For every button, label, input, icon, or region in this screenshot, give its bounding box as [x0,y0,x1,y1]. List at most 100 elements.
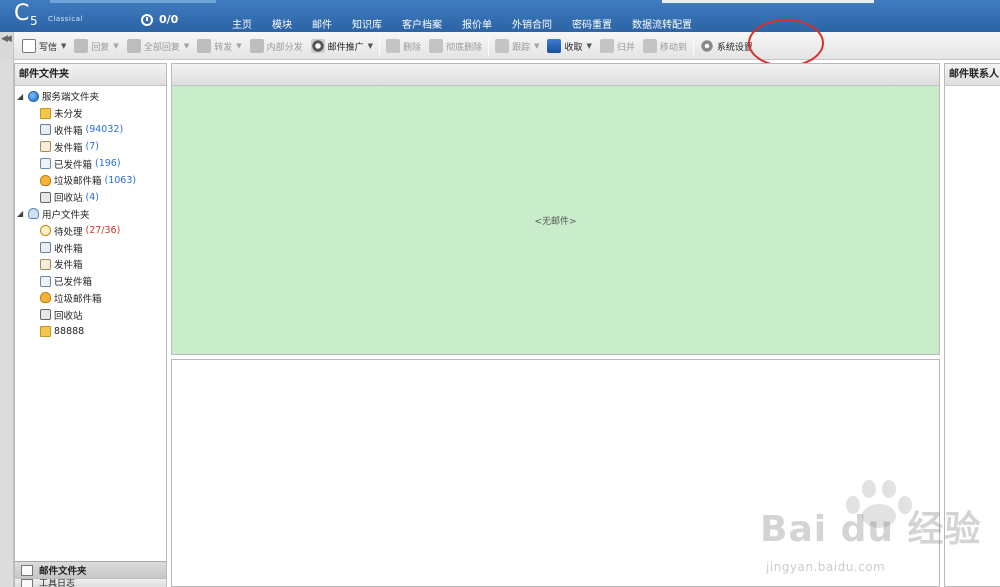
expand-arrow-icon[interactable]: ◢ [17,92,25,101]
chevron-down-icon[interactable]: ▼ [587,42,592,50]
folder-undistributed[interactable]: 未分发 [15,105,166,122]
left-edge-strip [0,60,14,587]
write-label: 写信 [39,42,58,53]
folder-user-sent[interactable]: 已发件箱 [15,273,166,290]
toolbar-separator [379,36,381,56]
logo-subtitle: Classical [48,15,83,23]
nav-home[interactable]: 主页 [222,16,262,31]
mail-preview-pane [171,359,940,587]
settings-label: 系统设置 [716,42,753,53]
folder-icon [40,107,51,119]
chevron-down-icon[interactable]: ▼ [61,42,66,50]
folder-server-spam[interactable]: 垃圾邮件箱 (1063) [15,172,166,189]
folder-user-inbox[interactable]: 收件箱 [15,239,166,256]
folder-label: 发件箱 [54,142,83,154]
receive-button[interactable]: 收取 ▼ [543,35,595,57]
spam-icon [40,174,51,186]
nav-data-flow-config[interactable]: 数据流转配置 [622,16,702,31]
folder-panel: 邮件文件夹 ◢ 服务端文件夹 未分发 收件箱 (94032) 发件箱 (7) 已… [14,63,167,587]
promotion-icon [310,39,325,53]
tree-user-root[interactable]: ◢ 用户文件夹 [15,206,166,223]
nav-customer-records[interactable]: 客户档案 [392,16,452,31]
folder-server-trash[interactable]: 回收站 (4) [15,189,166,206]
tab-tool-log[interactable]: 工具日志 [15,578,166,587]
folder-count: (94032) [85,124,124,136]
mail-list-panel: <无邮件> [171,63,940,355]
folder-count: (27/36) [85,225,121,237]
trash-icon [40,191,51,203]
tree-server-root[interactable]: ◢ 服务端文件夹 [15,88,166,105]
nav-modules[interactable]: 模块 [262,16,302,31]
folder-user-trash[interactable]: 回收站 [15,306,166,323]
mail-folder-icon [21,564,33,576]
empty-mail-text: <无邮件> [534,216,577,227]
nav-password-reset[interactable]: 密码重置 [562,16,622,31]
app-header: C 5 Classical 0/0 主页 模块 邮件 知识库 客户档案 报价单 … [0,0,1000,32]
chevron-down-icon[interactable]: ▼ [184,42,189,50]
folder-user-outbox[interactable]: 发件箱 [15,256,166,273]
delete-button[interactable]: 删除 [382,35,425,57]
purge-label: 彻底删除 [446,42,483,53]
tree-label: 用户文件夹 [42,209,90,221]
purge-button[interactable]: 彻底删除 [425,35,486,57]
track-button[interactable]: 跟踪 ▼ [491,35,543,57]
internal-forward-button[interactable]: 内部分发 [246,35,307,57]
chevron-down-icon[interactable]: ▼ [113,42,118,50]
archive-icon [599,39,614,53]
folder-pending[interactable]: 待处理 (27/36) [15,222,166,239]
forward-icon [197,39,212,53]
folder-label: 待处理 [54,226,83,238]
folder-88888[interactable]: 88888 [15,323,166,340]
folder-count: (1063) [104,174,137,186]
folder-server-sent[interactable]: 已发件箱 (196) [15,155,166,172]
nav-quotation[interactable]: 报价单 [452,16,502,31]
reply-all-icon [126,39,141,53]
settings-button[interactable]: 系统设置 [696,35,757,57]
forward-button[interactable]: 转发 ▼ [193,35,245,57]
nav-export-contract[interactable]: 外销合同 [502,16,562,31]
alarm-clock-icon [141,13,153,26]
trash-icon [40,309,51,321]
folder-server-inbox[interactable]: 收件箱 (94032) [15,122,166,139]
promotion-button[interactable]: 邮件推广 ▼ [307,35,377,57]
chevron-down-icon[interactable]: ▼ [534,42,539,50]
reply-all-button[interactable]: 全部回复 ▼ [123,35,193,57]
archive-label: 归并 [616,42,635,53]
folder-count: (196) [95,158,121,170]
archive-button[interactable]: 归并 [596,35,639,57]
chevron-down-icon[interactable]: ▼ [236,42,241,50]
folder-user-spam[interactable]: 垃圾邮件箱 [15,290,166,307]
globe-icon [28,90,39,102]
reply-button[interactable]: 回复 ▼ [70,35,122,57]
header-top-band [50,0,216,3]
folder-label: 收件箱 [54,243,83,255]
move-to-label: 移动到 [659,42,687,53]
user-icon [28,208,39,220]
promotion-label: 邮件推广 [327,42,364,53]
move-to-button[interactable]: 移动到 [639,35,691,57]
mail-list[interactable]: <无邮件> [172,86,939,354]
alarm-reminder[interactable]: 0/0 [141,13,178,26]
folder-server-outbox[interactable]: 发件箱 (7) [15,138,166,155]
toolbar-separator [692,36,694,56]
alarm-count: 0/0 [159,13,179,26]
folder-label: 发件箱 [54,260,83,272]
clock-icon [40,225,51,237]
folder-icon [40,326,51,338]
nav-mail[interactable]: 邮件 [302,16,342,31]
internal-forward-label: 内部分发 [266,42,303,53]
contacts-panel: 邮件联系人 [944,63,1000,587]
chevron-down-icon[interactable]: ▼ [368,42,373,50]
write-button[interactable]: 写信 ▼ [18,35,70,57]
mail-toolbar: ◀◀ 写信 ▼ 回复 ▼ 全部回复 ▼ 转发 ▼ 内部分发 邮件推广 ▼ 删除 … [0,32,1000,60]
nav-knowledge-base[interactable]: 知识库 [342,16,392,31]
folder-count: (4) [85,191,99,203]
folder-label: 垃圾邮件箱 [54,176,102,188]
contacts-panel-title: 邮件联系人 [945,64,1000,86]
tab-mail-folders[interactable]: 邮件文件夹 [15,561,166,578]
receive-icon [547,39,562,53]
expand-arrow-icon[interactable]: ◢ [17,209,25,218]
collapse-strip[interactable]: ◀◀ [0,32,14,60]
move-icon [642,39,657,53]
toolbar-separator [488,36,490,56]
